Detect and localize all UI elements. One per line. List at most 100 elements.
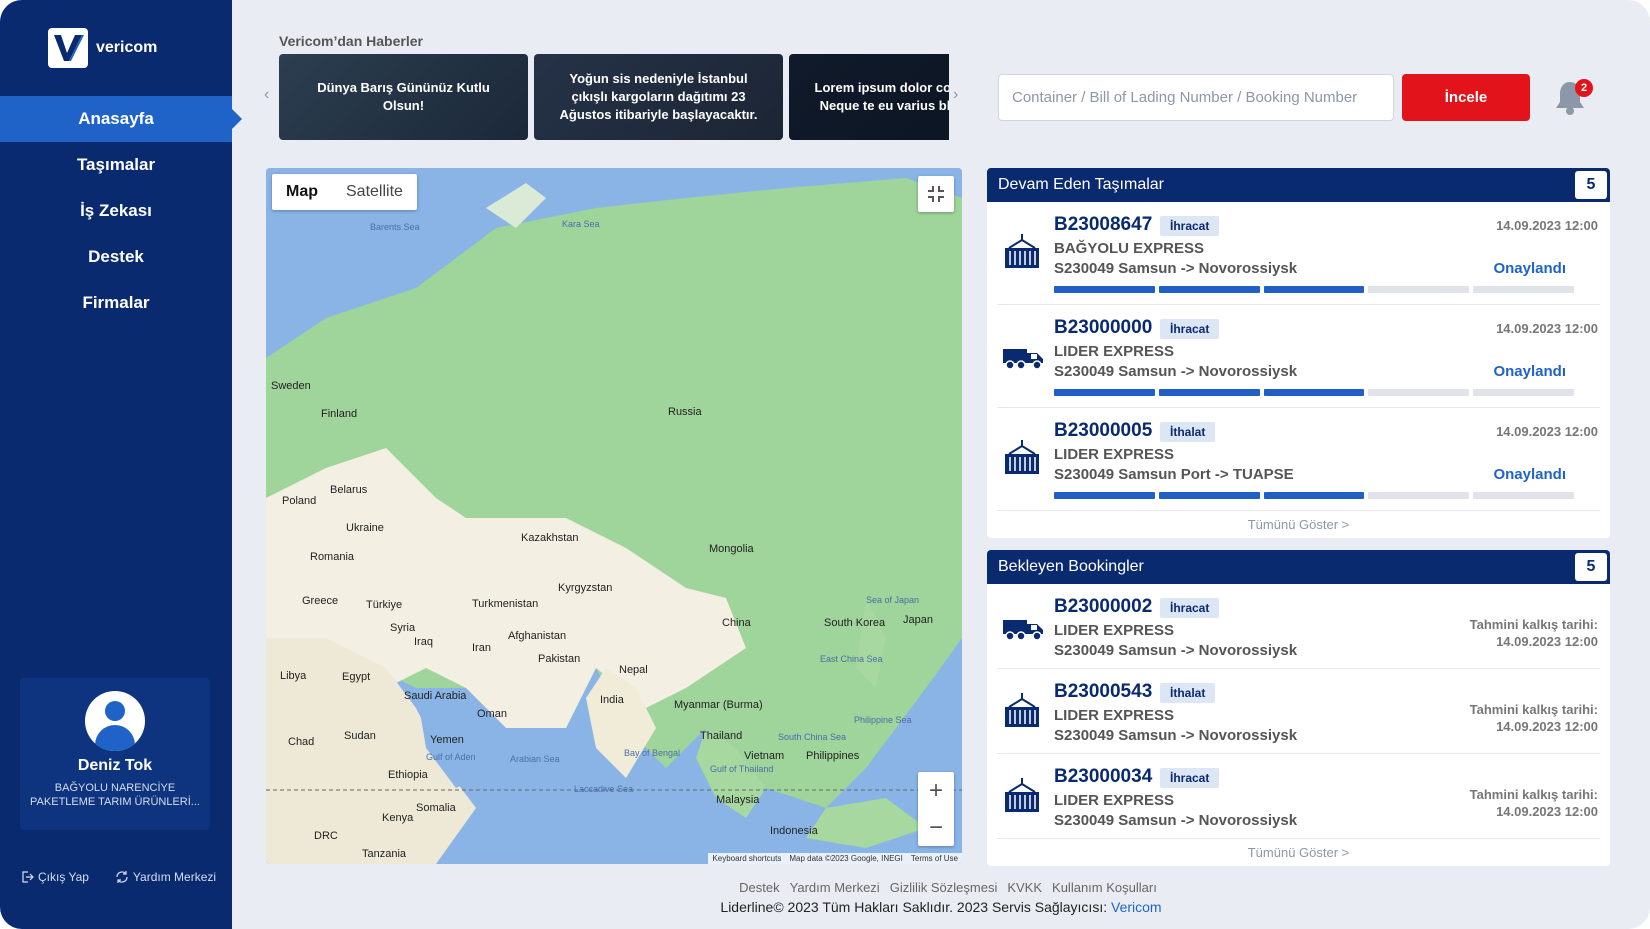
brand-logo[interactable]: vericom <box>48 28 157 68</box>
status-text: Onaylandı <box>1493 363 1566 380</box>
footer-link-kvkk[interactable]: KVKK <box>1007 880 1042 895</box>
booking-row[interactable]: B23000543 İthalat LIDER EXPRESS S230049 Sam… <box>997 669 1600 754</box>
booking-row[interactable]: B23000002 İhracat LIDER EXPRESS S230049 Sam… <box>997 584 1600 669</box>
map-type-tabs: Map Satellite <box>272 174 417 210</box>
map-label: China <box>722 617 751 629</box>
shipment-row[interactable]: B23008647 İhracat BAĞYOLU EXPRESS S230049 S… <box>997 202 1600 305</box>
direction-badge: İhracat <box>1160 216 1220 236</box>
map-label: Afghanistan <box>508 630 567 642</box>
ongoing-shipments-panel: Devam Eden Taşımalar 5 B23008647 İhracat B… <box>987 168 1610 538</box>
map-label: Tanzania <box>362 848 407 860</box>
progress-segment <box>1158 389 1260 396</box>
tab-map[interactable]: Map <box>272 174 332 210</box>
logout-icon <box>22 871 34 883</box>
shipment-row[interactable]: B23000005 İthalat LIDER EXPRESS S230049 Sam… <box>997 408 1600 511</box>
exit-fullscreen-icon[interactable] <box>918 176 954 212</box>
booking-code: B23000034 <box>1054 766 1153 787</box>
footer-link-yardim[interactable]: Yardım Merkezi <box>790 880 880 895</box>
map-label: Kara Sea <box>562 219 600 229</box>
zoom-out-button[interactable]: − <box>918 809 954 846</box>
map-label: Kazakhstan <box>521 532 579 544</box>
status-text: Onaylandı <box>1493 466 1566 483</box>
map-label: Libya <box>280 670 307 682</box>
news-card[interactable]: Lorem ipsum dolor consectetur. Neque te … <box>789 54 949 140</box>
news-card[interactable]: Dünya Barış Gününüz Kutlu Olsun! <box>279 54 528 140</box>
terms-of-use-link[interactable]: Terms of Use <box>911 854 958 863</box>
map-label: Sea of Japan <box>866 595 920 605</box>
map-label: Romania <box>310 551 355 563</box>
news-prev-chevron-icon[interactable]: ‹ <box>264 86 269 104</box>
shipment-date: 14.09.2023 12:00 <box>1496 218 1598 233</box>
direction-badge: İhracat <box>1160 319 1220 339</box>
booking-row[interactable]: B23000034 İhracat LIDER EXPRESS S230049 Sam… <box>997 754 1600 839</box>
carrier-name: LIDER EXPRESS <box>1054 622 1175 639</box>
nav-item-destek[interactable]: Destek <box>0 234 232 280</box>
map-label: DRC <box>314 830 338 842</box>
help-center-link[interactable]: Yardım Merkezi <box>115 870 216 884</box>
nav-item-is-zekasi[interactable]: İş Zekası <box>0 188 232 234</box>
map-label: Saudi Arabia <box>404 690 467 702</box>
footer-link-kullanim[interactable]: Kullanım Koşulları <box>1052 880 1157 895</box>
estimated-departure-label: Tahmini kalkış tarihi: <box>1469 787 1598 802</box>
map-label: Sweden <box>271 380 311 392</box>
avatar <box>85 691 145 751</box>
map-label: Gulf of Aden <box>426 752 476 762</box>
route-text: S230049 Samsun -> Novorossiysk <box>1054 812 1298 829</box>
help-refresh-icon <box>116 871 128 883</box>
footer-link-destek[interactable]: Destek <box>739 880 779 895</box>
map-label: Gulf of Thailand <box>710 764 774 774</box>
progress-segment <box>1368 492 1470 499</box>
provider-link[interactable]: Vericom <box>1111 899 1162 915</box>
map-label: Egypt <box>342 671 371 683</box>
map-label: Ethiopia <box>388 769 428 781</box>
news-next-chevron-icon[interactable]: › <box>953 86 958 104</box>
map-label: Kenya <box>382 812 414 824</box>
tracking-search-input[interactable] <box>998 74 1394 121</box>
user-name: Deniz Tok <box>77 757 153 774</box>
direction-badge: İthalat <box>1160 683 1216 703</box>
truck-icon <box>1001 604 1043 646</box>
progress-segment <box>1054 492 1155 499</box>
carrier-name: LIDER EXPRESS <box>1054 792 1175 809</box>
progress-segment <box>1158 286 1260 293</box>
estimated-departure-label: Tahmini kalkış tarihi: <box>1469 617 1598 632</box>
map-label: Greece <box>302 595 339 607</box>
map-label: Arabian Sea <box>510 754 560 764</box>
estimated-departure-date: 14.09.2023 12:00 <box>1496 634 1598 649</box>
progress-bar <box>1054 389 1574 396</box>
nav-item-firmalar[interactable]: Firmalar <box>0 280 232 326</box>
map-label: Mongolia <box>709 543 754 555</box>
container-ship-icon <box>1001 774 1043 816</box>
logout-link[interactable]: Çıkış Yap <box>20 870 89 884</box>
inspect-button[interactable]: İncele <box>1402 74 1530 121</box>
map-label: Oman <box>477 708 507 720</box>
show-all-link[interactable]: Tümünü Göster > <box>987 839 1610 866</box>
progress-segment <box>1263 389 1365 396</box>
tab-satellite[interactable]: Satellite <box>332 174 417 210</box>
user-card[interactable]: Deniz Tok BAĞYOLU NARENCİYE PAKETLEME TA… <box>20 678 210 830</box>
map-label: Malaysia <box>716 794 760 806</box>
shipment-map[interactable]: Barents Sea Kara Sea Sweden Finland Russ… <box>266 168 962 864</box>
footer-link-gizlilik[interactable]: Gizlilik Sözleşmesi <box>890 880 998 895</box>
panel-header: Devam Eden Taşımalar 5 <box>987 168 1610 202</box>
shipment-date: 14.09.2023 12:00 <box>1496 321 1598 336</box>
container-ship-icon <box>1001 436 1043 478</box>
shipment-row[interactable]: B23000000 İhracat LIDER EXPRESS S230049 Sam… <box>997 305 1600 408</box>
progress-segment <box>1054 389 1155 396</box>
carrier-name: LIDER EXPRESS <box>1054 343 1175 360</box>
nav-item-tasimalar[interactable]: Taşımalar <box>0 142 232 188</box>
keyboard-shortcuts-link[interactable]: Keyboard shortcuts <box>712 854 781 863</box>
map-label: Philippine Sea <box>854 715 912 725</box>
map-label: Turkmenistan <box>472 598 539 610</box>
news-card[interactable]: Yoğun sis nedeniyle İstanbul çıkışlı kar… <box>534 54 783 140</box>
route-text: S230049 Samsun -> Novorossiysk <box>1054 363 1298 380</box>
news-title: Vericom’dan Haberler <box>279 33 423 49</box>
nav-item-anasayfa[interactable]: Anasayfa <box>0 96 242 142</box>
show-all-link[interactable]: Tümünü Göster > <box>987 511 1610 538</box>
carrier-name: LIDER EXPRESS <box>1054 707 1175 724</box>
progress-bar <box>1054 492 1574 499</box>
carrier-name: BAĞYOLU EXPRESS <box>1054 240 1205 257</box>
map-label: Sudan <box>344 730 376 742</box>
zoom-in-button[interactable]: + <box>918 772 954 809</box>
sidebar: vericom Anasayfa Taşımalar İş Zekası Des… <box>0 0 242 929</box>
